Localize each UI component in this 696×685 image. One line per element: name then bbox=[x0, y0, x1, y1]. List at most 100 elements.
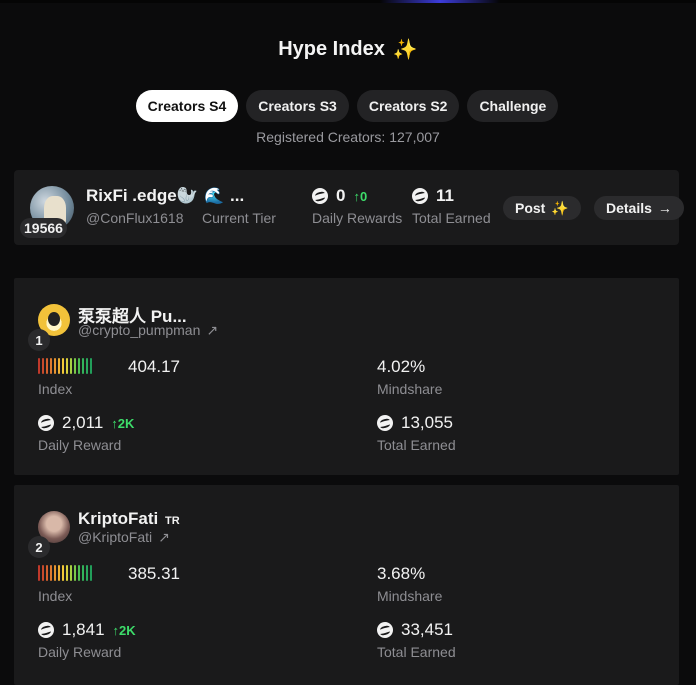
details-button[interactable]: Details → bbox=[594, 196, 684, 220]
index-bar-segment bbox=[54, 358, 56, 374]
creator-name-text: KriptoFati bbox=[78, 509, 159, 528]
tab-creators-s2[interactable]: Creators S2 bbox=[356, 90, 460, 122]
tab-challenge[interactable]: Challenge bbox=[467, 90, 559, 122]
daily-reward-label: Daily Reward bbox=[38, 437, 122, 453]
token-coin-icon bbox=[38, 622, 54, 638]
index-bar-segment bbox=[82, 358, 84, 374]
wave-tier-icon: 🌊 bbox=[204, 188, 224, 205]
token-coin-icon bbox=[377, 622, 393, 638]
creator-name[interactable]: KriptoFati TR bbox=[78, 509, 180, 529]
user-handle: @ConFlux1618 bbox=[86, 210, 184, 226]
creator-tag: TR bbox=[165, 515, 180, 527]
index-bar-segment bbox=[50, 358, 52, 374]
sparkle-icon: ✨ bbox=[551, 199, 569, 216]
index-bar-segment bbox=[66, 358, 68, 374]
token-coin-icon bbox=[38, 415, 54, 431]
index-bar-meter bbox=[38, 358, 92, 374]
registered-creators-count: Registered Creators: 127,007 bbox=[256, 129, 440, 145]
total-earned: 13,055 bbox=[377, 413, 453, 433]
index-bar-segment bbox=[78, 358, 80, 374]
arrow-up-right-icon[interactable]: ↗ bbox=[206, 322, 218, 338]
index-bar-segment bbox=[58, 358, 60, 374]
user-total-value: 11 bbox=[436, 186, 454, 205]
mindshare-value: 4.02% bbox=[377, 357, 426, 376]
top-border bbox=[0, 0, 696, 3]
index-bar-segment bbox=[90, 565, 92, 581]
index-value: 404.17 bbox=[128, 357, 180, 376]
creator-handle-text: @crypto_pumpman bbox=[78, 322, 201, 338]
index-bar-segment bbox=[42, 358, 44, 374]
user-total-label: Total Earned bbox=[412, 210, 491, 226]
daily-reward: 1,841 ↑2K bbox=[38, 620, 136, 640]
user-daily-rewards: 0 ↑0 bbox=[312, 186, 367, 206]
index-bar-segment bbox=[62, 565, 64, 581]
token-coin-icon bbox=[312, 188, 328, 204]
creator-handle[interactable]: @crypto_pumpman ↗ bbox=[78, 322, 218, 339]
index-bar-segment bbox=[46, 358, 48, 374]
daily-reward-label: Daily Reward bbox=[38, 644, 122, 660]
index-label: Index bbox=[38, 381, 73, 397]
creator-handle-text: @KriptoFati bbox=[78, 529, 153, 545]
creator-card[interactable]: 2 KriptoFati TR @KriptoFati ↗ 385.31 Inde… bbox=[14, 485, 679, 685]
index-bar-segment bbox=[90, 358, 92, 374]
index-bar-segment bbox=[86, 358, 88, 374]
arrow-up-right-icon[interactable]: ↗ bbox=[158, 529, 170, 545]
user-daily-value: 0 bbox=[336, 186, 346, 205]
tab-creators-s3[interactable]: Creators S3 bbox=[246, 90, 349, 122]
total-earned-label: Total Earned bbox=[377, 644, 456, 660]
page-title: Hype Index bbox=[278, 38, 385, 60]
post-button-label: Post bbox=[515, 200, 546, 216]
index-bar-segment bbox=[54, 565, 56, 581]
index-bar-segment bbox=[74, 358, 76, 374]
mindshare-label: Mindshare bbox=[377, 381, 443, 397]
season-tabs: Creators S4 Creators S3 Creators S2 Chal… bbox=[0, 90, 696, 122]
user-tier-label: Current Tier bbox=[202, 210, 276, 226]
index-label: Index bbox=[38, 588, 73, 604]
user-daily-delta: ↑0 bbox=[353, 188, 368, 204]
index-bar-segment bbox=[66, 565, 68, 581]
tab-creators-s4[interactable]: Creators S4 bbox=[135, 90, 239, 122]
arrow-right-icon: → bbox=[657, 200, 672, 216]
creator-handle[interactable]: @KriptoFati ↗ bbox=[78, 529, 170, 546]
index-bar-segment bbox=[70, 358, 72, 374]
index-bar-segment bbox=[78, 565, 80, 581]
user-tier-value: ... bbox=[230, 186, 245, 205]
details-button-label: Details bbox=[606, 200, 652, 216]
user-total-earned: 11 bbox=[412, 186, 454, 206]
user-daily-label: Daily Rewards bbox=[312, 210, 403, 226]
index-bar-segment bbox=[42, 565, 44, 581]
index-bar-segment bbox=[70, 565, 72, 581]
daily-reward-value: 1,841 bbox=[62, 620, 105, 639]
index-bar-meter bbox=[38, 565, 92, 581]
index-bar-segment bbox=[46, 565, 48, 581]
creator-card[interactable]: 1 泵泵超人 Pu... @crypto_pumpman ↗ 404.17 Ind… bbox=[14, 278, 679, 475]
index-bar-segment bbox=[58, 565, 60, 581]
header: Hype Index ✨ bbox=[0, 38, 696, 61]
index-bar-segment bbox=[38, 358, 40, 374]
current-user-card: 19566 RixFi .edge🦭 @ConFlux1618 🌊 ... Cu… bbox=[14, 170, 684, 245]
user-name: RixFi .edge🦭 bbox=[86, 186, 198, 205]
top-glow bbox=[380, 0, 500, 3]
total-earned: 33,451 bbox=[377, 620, 453, 640]
index-bar-segment bbox=[38, 565, 40, 581]
mindshare-value: 3.68% bbox=[377, 564, 426, 583]
total-earned-value: 13,055 bbox=[401, 413, 453, 432]
index-bar-segment bbox=[82, 565, 84, 581]
index-bar-segment bbox=[62, 358, 64, 374]
index-bar-segment bbox=[74, 565, 76, 581]
user-rank-badge: 19566 bbox=[20, 218, 67, 238]
rank-badge: 2 bbox=[28, 536, 50, 558]
index-bar-segment bbox=[86, 565, 88, 581]
index-bar-segment bbox=[50, 565, 52, 581]
index-value: 385.31 bbox=[128, 564, 180, 583]
post-button[interactable]: Post ✨ bbox=[503, 196, 581, 220]
total-earned-value: 33,451 bbox=[401, 620, 453, 639]
sparkle-icon: ✨ bbox=[392, 38, 418, 61]
token-coin-icon bbox=[377, 415, 393, 431]
rank-badge: 1 bbox=[28, 329, 50, 351]
daily-reward-value: 2,011 bbox=[62, 413, 104, 432]
mindshare-label: Mindshare bbox=[377, 588, 443, 604]
daily-reward-delta: ↑2K bbox=[111, 415, 135, 431]
daily-reward: 2,011 ↑2K bbox=[38, 413, 134, 433]
daily-reward-delta: ↑2K bbox=[112, 622, 136, 638]
